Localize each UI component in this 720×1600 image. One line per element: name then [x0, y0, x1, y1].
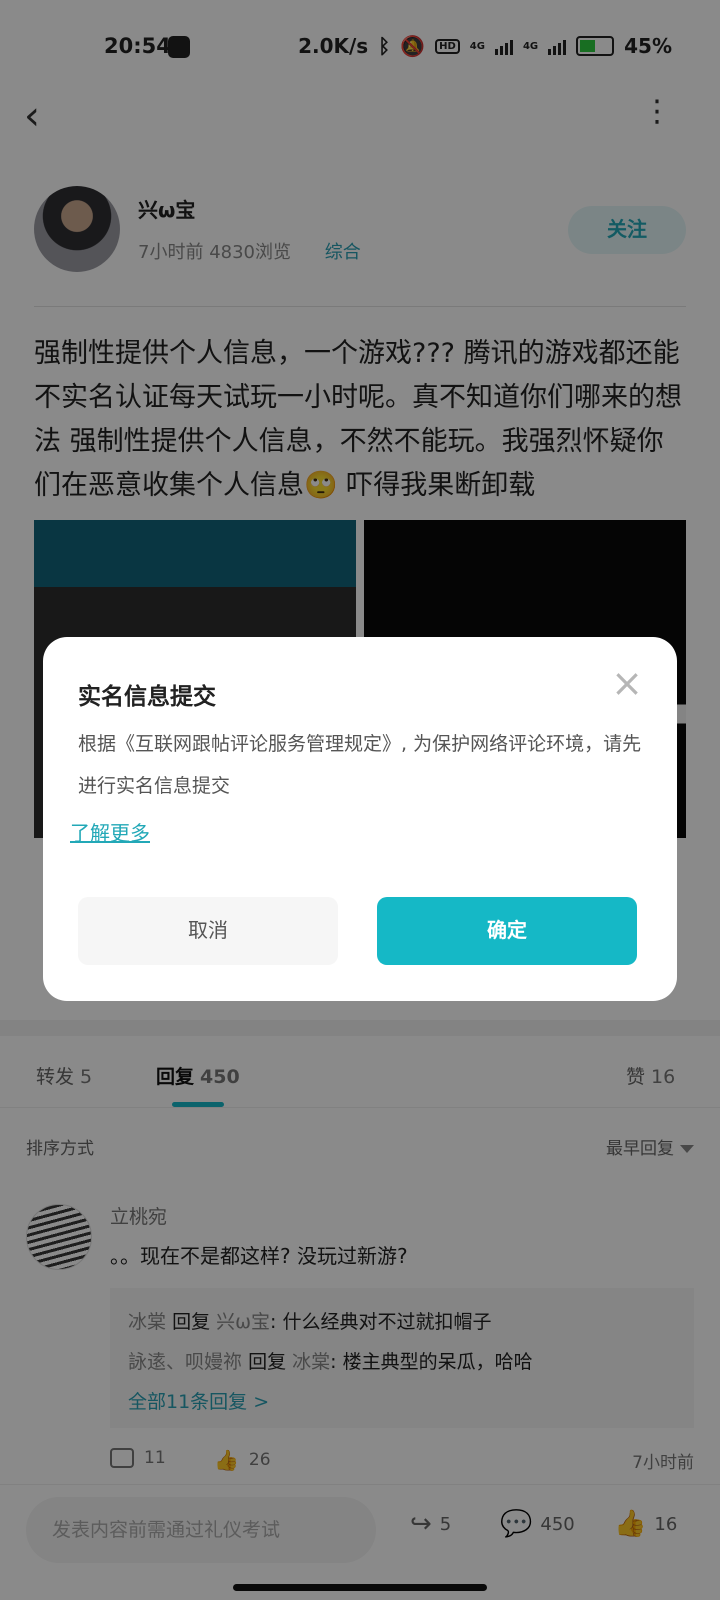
real-name-dialog: 实名信息提交 × 根据《互联网跟帖评论服务管理规定》, 为保护网络评论环境，请先…	[43, 637, 677, 1001]
close-icon[interactable]: ×	[607, 664, 647, 705]
cancel-button[interactable]: 取消	[78, 897, 338, 965]
dialog-title: 实名信息提交	[78, 684, 216, 710]
learn-more-link[interactable]: 了解更多	[70, 817, 150, 846]
confirm-button[interactable]: 确定	[377, 897, 637, 965]
dialog-body: 根据《互联网跟帖评论服务管理规定》, 为保护网络评论环境，请先进行实名信息提交	[78, 733, 642, 797]
